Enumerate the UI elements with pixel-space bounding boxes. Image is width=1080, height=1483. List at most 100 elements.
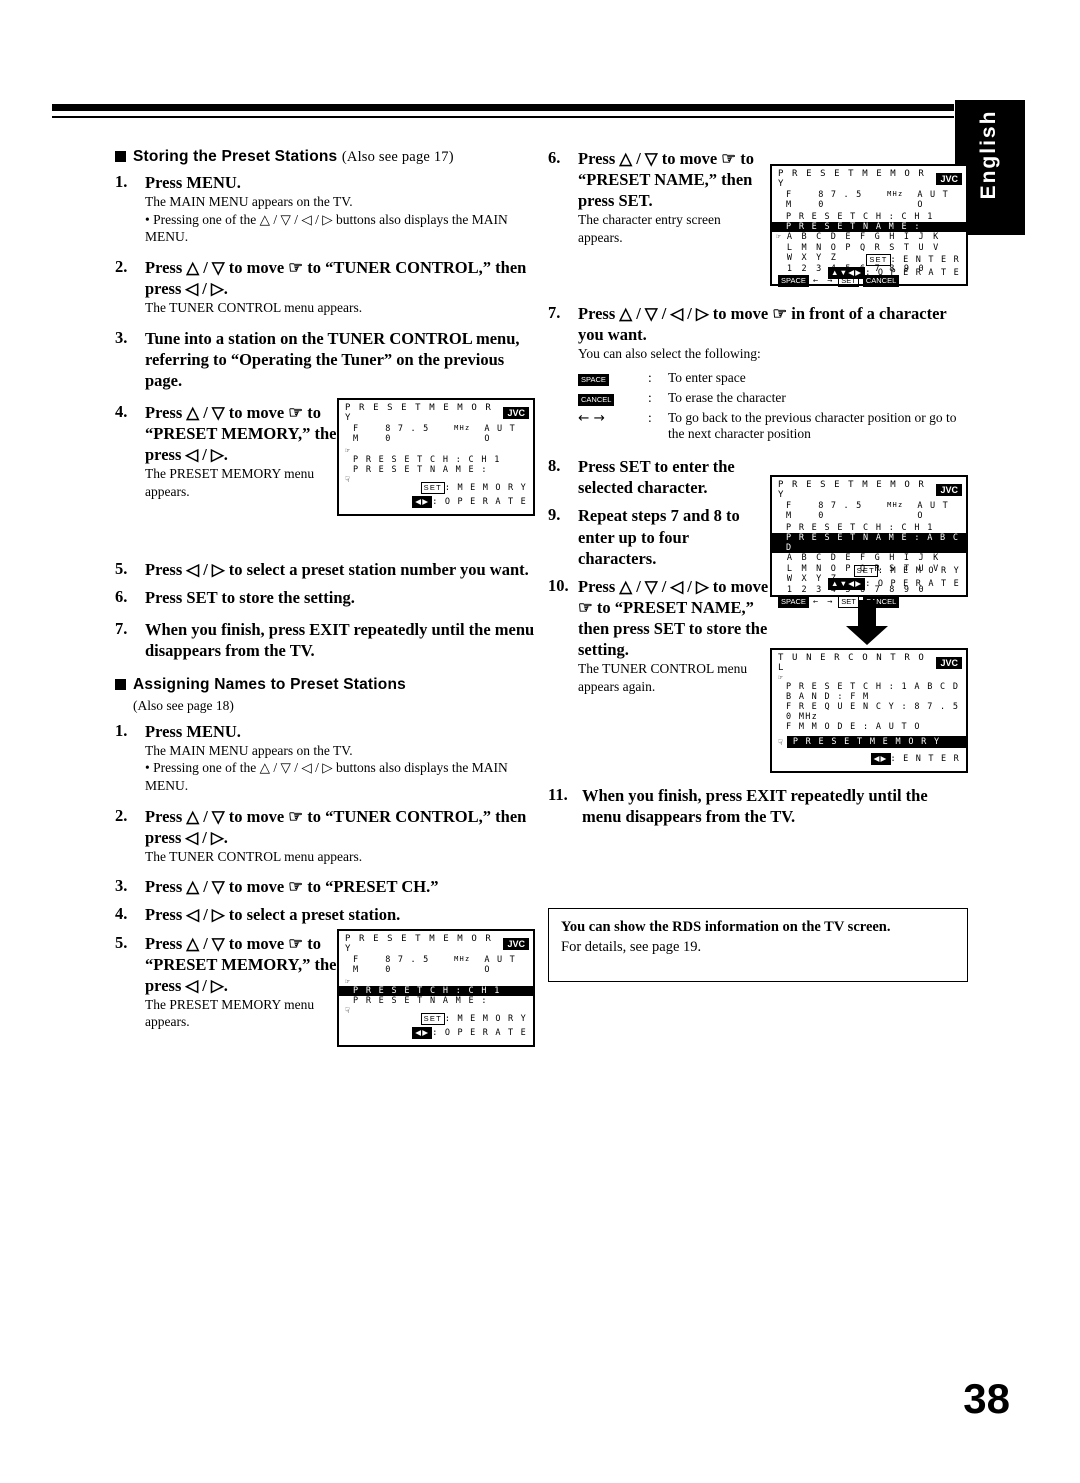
step-text: Tune into a station on the TUNER CONTROL…	[145, 328, 520, 390]
set-key-footer: SET	[866, 254, 891, 266]
list-item: 1. Press MENU. The MAIN MENU appears on …	[115, 172, 535, 246]
step-number: 4.	[115, 401, 128, 421]
osd-row-preset-name: P R E S E T N A M E :	[353, 995, 488, 1006]
section-storing-alsosee: (Also see page 17)	[341, 149, 454, 165]
osd-row-sep: :	[455, 985, 463, 996]
rds-note-line2: For details, see page 19.	[561, 939, 702, 955]
step-number: 3.	[115, 876, 128, 896]
osd-frequency: 8 7 . 5 0	[385, 954, 430, 975]
char-grid-row[interactable]: A B C D E F G H I J K	[781, 232, 966, 243]
osd-row-preset-name-highlighted: P R E S E T N A M E :	[772, 222, 966, 232]
osd-preset-memory-2: P R E S E T M E M O R Y JVC F M 8 7 . 5 …	[337, 928, 535, 1047]
osd-row-preset-ch-highlighted: P R E S E T C H : C H 1	[339, 985, 533, 996]
pointer-icon: ☞	[776, 232, 781, 241]
osd-row-value: C H 1	[468, 454, 501, 465]
osd-row-value: C H 1	[901, 212, 934, 222]
jvc-logo: JVC	[936, 173, 962, 185]
osd-footer: ◀▶: E N T E R	[870, 753, 960, 765]
osd-row-value: C H 1	[901, 523, 934, 533]
osd-band: F M	[353, 423, 360, 444]
step-number: 11.	[548, 785, 568, 804]
osd-row-label: P R E S E T C H	[786, 682, 883, 692]
osd-row-sep: :	[888, 212, 896, 222]
osd-band: F M	[353, 954, 360, 975]
osd-footer-1-label: : M E M O R Y	[444, 482, 527, 493]
list-item: CANCEL : To erase the character	[578, 390, 968, 407]
osd-row: B A N D : F M	[772, 692, 966, 702]
step-text: Press ◁ / ▷ to select a preset station n…	[145, 559, 529, 579]
jvc-logo: JVC	[503, 406, 529, 419]
osd-row-label: P R E S E T C H	[786, 523, 883, 533]
desc: To go back to the previous character pos…	[668, 409, 957, 442]
list-item: 2. Press △ / ▽ to move ☞ to “TUNER CONTR…	[115, 257, 535, 317]
osd-row-label: P R E S E T N A M E :	[786, 533, 921, 543]
osd-fm-mode: A U T O	[484, 423, 516, 444]
step-text: Press △ / ▽ to move ☞ to “TUNER CONTROL,…	[145, 806, 527, 847]
step-note: • Pressing one of the △ / ▽ / ◁ / ▷ butt…	[145, 211, 508, 245]
cancel-key: CANCEL	[578, 393, 615, 406]
list-item: 3. Tune into a station on the TUNER CONT…	[115, 328, 535, 391]
step-number: 3.	[115, 327, 128, 347]
section-heading-assigning-text: Assigning Names to Preset Stations	[133, 676, 406, 694]
osd-title: P R E S E T M E M O R Y	[345, 933, 493, 954]
char-grid-row[interactable]: L M N O P Q R S T U V	[781, 243, 966, 254]
space-key[interactable]: SPACE	[778, 275, 809, 287]
list-item: 2. Press △ / ▽ to move ☞ to “TUNER CONTR…	[115, 806, 535, 866]
pointer-icon: ☞	[345, 976, 350, 986]
step-number: 9.	[548, 505, 561, 525]
step-number: 1.	[115, 172, 128, 191]
rds-note-box: You can show the RDS information on the …	[548, 908, 968, 982]
osd-char-entry-2: P R E S E T M E M O R Y JVC F M 8 7 . 5 …	[770, 475, 968, 608]
arrows-key: ◀▶	[412, 1026, 433, 1039]
list-item: 5. Press △ / ▽ to move ☞ to “PRESET MEMO…	[115, 928, 535, 1083]
osd-row-value: A U T O	[875, 722, 921, 732]
page-number: 38	[963, 1375, 1010, 1422]
osd-footer-1: SET: E N T E R	[866, 254, 960, 266]
osd-row-label: B A N D	[786, 692, 831, 702]
osd-title: P R E S E T M E M O R Y	[778, 169, 926, 189]
list-item: 6. Press △ / ▽ to move ☞ to “PRESET NAME…	[548, 148, 968, 288]
osd-fm-mode: A U T O	[917, 190, 949, 210]
osd-row-label: P R E S E T C H	[353, 454, 450, 465]
step-number: 1.	[115, 720, 128, 740]
step-note: The PRESET MEMORY menu appears.	[145, 466, 315, 499]
section-assigning-alsosee: (Also see page 18)	[133, 698, 234, 714]
osd-frequency: 8 7 . 5 0	[385, 423, 430, 444]
space-key[interactable]: SPACE	[778, 596, 809, 608]
osd-row-preset-memory-highlighted: P R E S E T M E M O R Y	[786, 736, 966, 748]
arrows-key: ▲▼◀▶	[828, 578, 866, 590]
osd-frequency-unit: MHz	[454, 954, 471, 963]
section-heading-assigning: Assigning Names to Preset Stations	[115, 676, 535, 694]
char-grid-row[interactable]: A B C D E F G H I J K	[781, 553, 966, 564]
step-note: The MAIN MENU appears on the TV.	[145, 194, 353, 210]
step-number: 6.	[115, 586, 128, 606]
osd-row-preset-name-highlighted: P R E S E T N A M E : A B C D	[772, 533, 966, 553]
osd-row-label: F R E Q U E N C Y	[786, 702, 896, 712]
osd-row-preset-ch: P R E S E T C H : C H 1	[339, 455, 533, 465]
step-text: When you finish, press EXIT repeatedly u…	[582, 786, 928, 827]
osd-footer-2-label: : O P E R A T E	[865, 579, 960, 589]
square-bullet-icon-2	[115, 679, 126, 691]
arrows-key: ◀▶	[870, 753, 891, 765]
osd-row-value: 1 A B C D	[901, 682, 960, 692]
step-note: The PRESET MEMORY menu appears.	[145, 996, 315, 1030]
space-key: SPACE	[578, 373, 609, 386]
space-key-cell: SPACE	[578, 370, 648, 386]
left-column: Storing the Preset Stations (Also see pa…	[115, 148, 535, 1084]
step-text: Press MENU.	[145, 173, 241, 192]
step-note: The TUNER CONTROL menu appears again.	[578, 661, 748, 694]
jvc-logo: JVC	[936, 657, 962, 669]
top-rule-thin	[52, 116, 954, 118]
arrow-keys[interactable]: ← →	[813, 597, 834, 607]
osd-footer-label: : E N T E R	[890, 754, 960, 764]
osd-footer-2: ▲▼◀▶: O P E R A T E	[828, 578, 960, 590]
section-heading-storing-text: Storing the Preset Stations	[133, 148, 338, 165]
osd-row: P R E S E T C H : 1 A B C D	[772, 682, 966, 692]
set-key-footer: SET	[853, 565, 878, 577]
osd-row-value: C H 1	[468, 985, 501, 996]
rds-note-line1: You can show the RDS information on the …	[561, 919, 891, 935]
osd-frequency-unit: MHz	[454, 423, 471, 432]
jvc-logo: JVC	[936, 484, 962, 496]
arrows-key: ▲▼◀▶	[828, 267, 866, 279]
step-number: 6.	[548, 148, 561, 167]
